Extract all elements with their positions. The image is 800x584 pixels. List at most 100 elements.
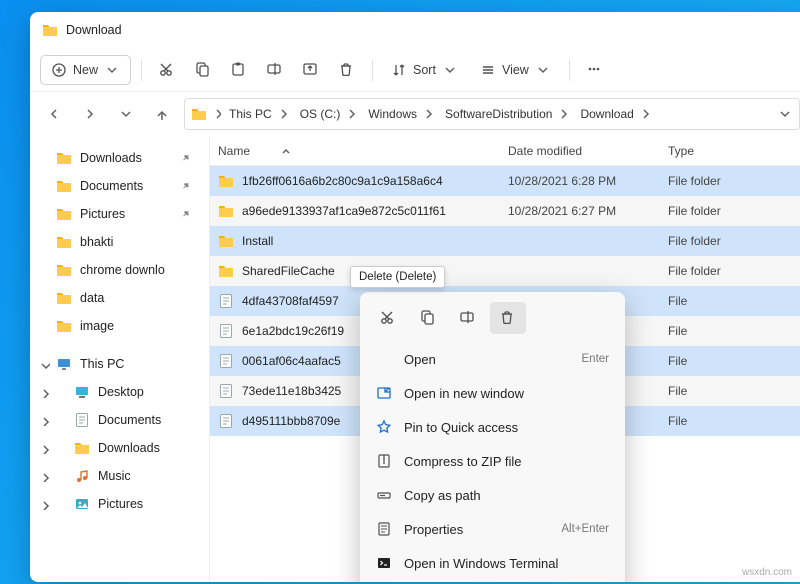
ctx-compress-zip[interactable]: Compress to ZIP file [366,444,619,478]
desktop-icon [74,384,90,400]
plus-icon [51,62,67,78]
sidebar-item[interactable]: chrome downlo [34,256,205,284]
breadcrumb-item[interactable]: Windows [364,104,437,124]
sort-label: Sort [413,63,436,77]
sidebar-label: Downloads [98,441,160,455]
chevron-right-icon [421,106,433,122]
documents-icon [74,412,90,428]
view-button[interactable]: View [472,55,559,85]
chevron-down-icon[interactable] [777,106,793,122]
ctx-open-terminal[interactable]: Open in Windows Terminal [366,546,619,580]
sidebar-item-this-pc[interactable]: This PC [34,350,205,378]
share-icon [302,61,320,79]
file-name: Install [242,234,273,248]
forward-icon [82,106,98,122]
folder-icon [56,262,72,278]
file-name: SharedFileCache [242,264,335,278]
forward-button[interactable] [76,100,104,128]
delete-tooltip: Delete (Delete) [350,266,445,288]
ctx-copy-button[interactable] [410,302,446,334]
titlebar[interactable]: Download [30,12,800,48]
file-row[interactable]: a96ede9133937af1ca9e872c5c011f61 10/28/2… [210,196,800,226]
up-button[interactable] [148,100,176,128]
ctx-open-new-window[interactable]: Open in new window [366,376,619,410]
ctx-delete-button[interactable] [490,302,526,334]
new-button[interactable]: New [40,55,131,85]
sidebar-item[interactable]: Documents [34,406,205,434]
chevron-right-icon [276,106,288,122]
ctx-copy-path[interactable]: Copy as path [366,478,619,512]
paste-button[interactable] [224,55,254,85]
more-button[interactable] [580,55,610,85]
sidebar-item[interactable]: data [34,284,205,312]
file-type: File folder [668,264,800,278]
chevron-down-icon [442,62,458,78]
file-type: File folder [668,174,800,188]
sidebar-label: bhakti [80,235,113,249]
cut-button[interactable] [152,55,182,85]
chevron-right-icon [38,386,50,398]
file-row[interactable]: SharedFileCache File folder [210,256,800,286]
sidebar-item[interactable]: image [34,312,205,340]
file-name: 0061af06c4aafac5 [242,354,341,368]
col-type[interactable]: Type [668,144,694,158]
ctx-cut-button[interactable] [370,302,406,334]
copy-icon [194,61,212,79]
ctx-open[interactable]: Open Enter [366,342,619,376]
ctx-properties[interactable]: Properties Alt+Enter [366,512,619,546]
sidebar-label: chrome downlo [80,263,165,277]
view-label: View [502,63,529,77]
watermark: wsxdn.com [742,567,792,578]
sort-button[interactable]: Sort [383,55,466,85]
folder-icon [56,318,72,334]
new-label: New [73,63,98,77]
view-icon [480,62,496,78]
copy-button[interactable] [188,55,218,85]
file-row[interactable]: 1fb26ff0616a6b2c80c9a1c9a158a6c4 10/28/2… [210,166,800,196]
breadcrumb-item[interactable]: SoftwareDistribution [441,104,572,124]
address-bar[interactable]: This PC OS (C:) Windows SoftwareDistribu… [184,98,800,130]
sidebar-item[interactable]: bhakti [34,228,205,256]
col-name[interactable]: Name [218,144,250,158]
file-type: File [668,414,800,428]
ctx-rename-button[interactable] [450,302,486,334]
delete-button[interactable] [332,55,362,85]
downloads-icon [74,440,90,456]
sidebar-item[interactable]: Pictures [34,200,205,228]
chevron-right-icon [38,470,50,482]
file-name: a96ede9133937af1ca9e872c5c011f61 [242,204,446,218]
sidebar-item[interactable]: Documents [34,172,205,200]
file-date: 10/28/2021 6:28 PM [508,174,668,188]
sidebar-item[interactable]: Downloads [34,144,205,172]
breadcrumb-item[interactable]: Download [576,104,653,124]
rename-button[interactable] [260,55,290,85]
context-menu: Open Enter Open in new window Pin to Qui… [360,292,625,582]
sidebar-item[interactable]: Pictures [34,490,205,518]
path-icon [376,487,392,503]
sidebar-item[interactable]: Downloads [34,434,205,462]
folder-icon [218,263,234,279]
pictures-icon [74,496,90,512]
ctx-pin-quick-access[interactable]: Pin to Quick access [366,410,619,444]
col-date[interactable]: Date modified [508,144,582,158]
sidebar-item[interactable]: Music [34,462,205,490]
breadcrumb-item[interactable]: OS (C:) [296,104,361,124]
chevron-right-icon [638,106,650,122]
pin-icon [179,206,195,222]
music-icon [74,468,90,484]
recent-button[interactable] [112,100,140,128]
new-window-icon [376,385,392,401]
file-type: File folder [668,204,800,218]
navigation-row: This PC OS (C:) Windows SoftwareDistribu… [30,92,800,136]
breadcrumb-item[interactable]: This PC [225,104,292,124]
back-button[interactable] [40,100,68,128]
folder-icon [191,106,207,122]
sidebar-label: data [80,291,104,305]
folder-icon [56,234,72,250]
share-button[interactable] [296,55,326,85]
sidebar-item[interactable]: Desktop [34,378,205,406]
file-icon [218,293,234,309]
file-row[interactable]: Install File folder [210,226,800,256]
cut-icon [158,61,176,79]
file-type: File [668,324,800,338]
